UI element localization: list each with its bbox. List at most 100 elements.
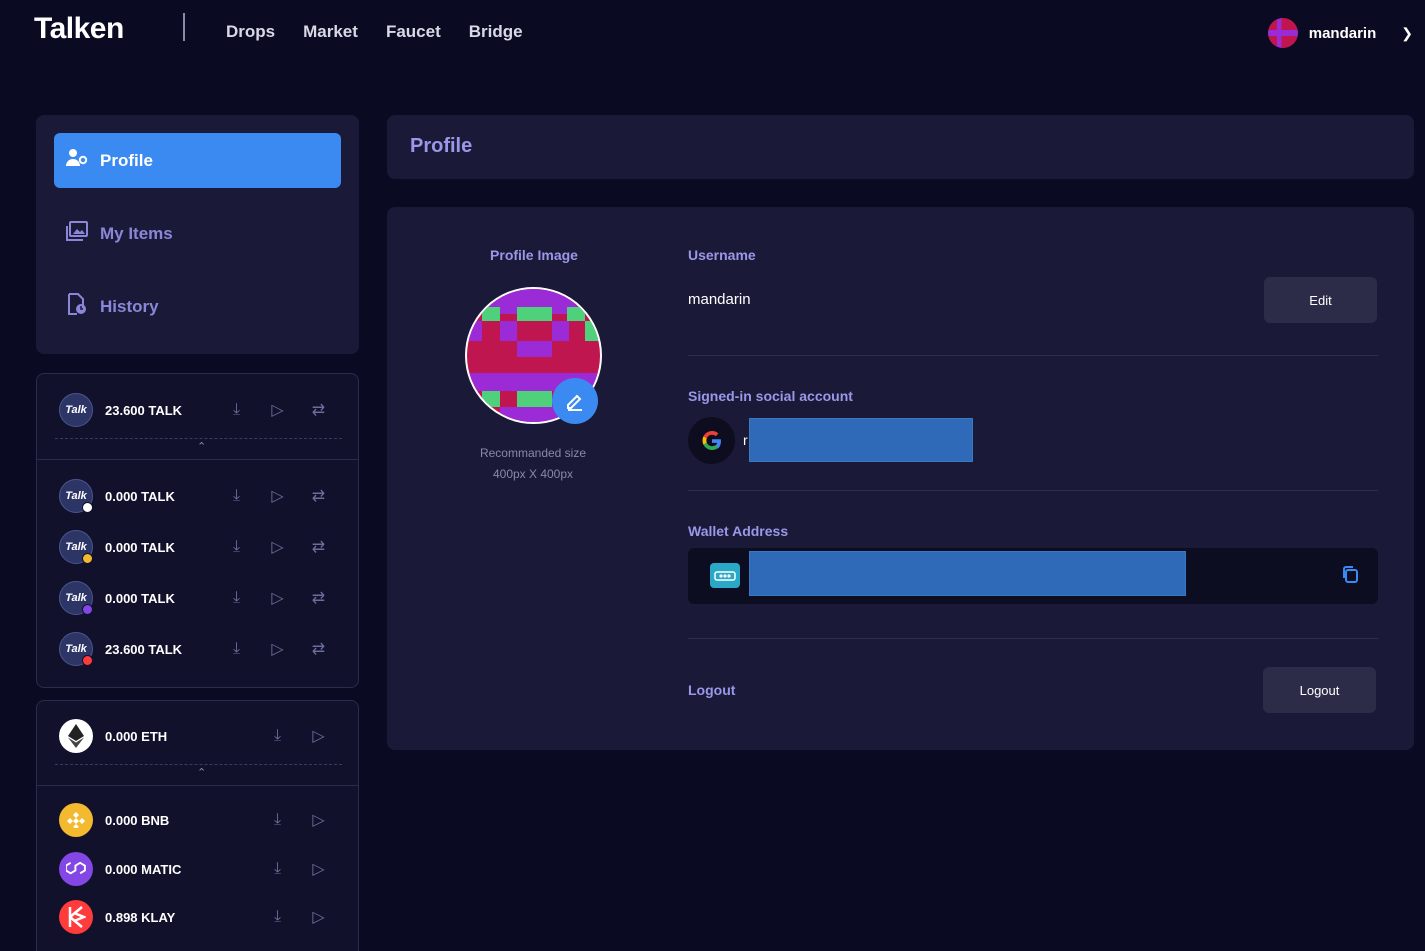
collapse-caret-icon[interactable]: ⌃ (197, 766, 206, 779)
user-menu[interactable]: mandarin ❯ (1267, 18, 1413, 48)
send-icon[interactable]: ▷ (298, 810, 339, 830)
nav-faucet[interactable]: Faucet (386, 22, 441, 42)
talk-token-icon: Talk (59, 632, 93, 666)
download-icon[interactable]: ⤓ (257, 811, 298, 829)
wallet-address-label: Wallet Address (688, 523, 789, 539)
user-name: mandarin (1308, 24, 1377, 42)
divider (37, 785, 358, 786)
talken-logo[interactable]: Talken (34, 12, 124, 46)
user-gear-icon (66, 148, 88, 174)
matic-icon (59, 852, 93, 886)
social-account-label: Signed-in social account (688, 388, 853, 404)
eth-icon (59, 719, 93, 753)
social-account-redacted (749, 418, 973, 462)
send-icon[interactable]: ▷ (257, 588, 298, 608)
token-row-talk-total: Talk 23.600 TALK ⤓ ▷ ⇄ (59, 392, 339, 428)
swap-icon[interactable]: ⇄ (298, 639, 339, 659)
divider (55, 438, 342, 439)
download-icon[interactable]: ⤓ (216, 487, 257, 505)
google-icon (688, 417, 735, 464)
talk-wallet-card: Talk 23.600 TALK ⤓ ▷ ⇄ ⌃ Talk 0.000 TALK… (36, 373, 359, 688)
token-row: Talk 0.000 TALK ⤓ ▷ ⇄ (59, 478, 339, 514)
send-icon[interactable]: ▷ (298, 726, 339, 746)
download-icon[interactable]: ⤓ (257, 860, 298, 878)
sidebar-item-label: Profile (100, 150, 153, 170)
edit-avatar-button[interactable] (552, 378, 598, 424)
network-badge-icon (82, 502, 93, 513)
token-row-klay: 0.898 KLAY ⤓ ▷ (59, 899, 339, 935)
username-value: mandarin (688, 291, 751, 308)
divider (688, 355, 1378, 356)
edit-username-button[interactable]: Edit (1264, 277, 1377, 323)
chain-wallet-card: 0.000 ETH ⤓ ▷ ⌃ 0.000 BNB ⤓ ▷ 0.000 MATI… (36, 700, 359, 951)
nav-drops[interactable]: Drops (226, 22, 275, 42)
file-clock-icon (66, 292, 88, 321)
page-header: Profile (387, 115, 1414, 179)
swap-icon[interactable]: ⇄ (298, 400, 339, 420)
token-amount: 23.600 TALK (105, 402, 183, 418)
nav-market[interactable]: Market (303, 22, 358, 42)
token-row-bnb: 0.000 BNB ⤓ ▷ (59, 802, 339, 838)
token-row-eth: 0.000 ETH ⤓ ▷ (59, 718, 339, 754)
copy-icon[interactable] (1342, 566, 1358, 588)
logout-button[interactable]: Logout (1263, 667, 1376, 713)
token-row: Talk 0.000 TALK ⤓ ▷ ⇄ (59, 529, 339, 565)
sidebar-item-label: History (100, 296, 159, 316)
sidebar-item-profile[interactable]: Profile (54, 133, 341, 188)
token-row: Talk 0.000 TALK ⤓ ▷ ⇄ (59, 580, 339, 616)
nav-bridge[interactable]: Bridge (469, 22, 523, 42)
klay-icon (59, 900, 93, 934)
logout-label: Logout (688, 682, 736, 698)
download-icon[interactable]: ⤓ (216, 589, 257, 607)
page-title: Profile (410, 135, 473, 157)
pencil-icon (567, 394, 582, 411)
talk-token-icon: Talk (59, 479, 93, 513)
token-amount: 0.000 TALK (105, 590, 175, 606)
download-icon[interactable]: ⤓ (216, 640, 257, 658)
token-amount: 23.600 TALK (105, 641, 183, 657)
send-icon[interactable]: ▷ (257, 400, 298, 420)
send-icon[interactable]: ▷ (257, 639, 298, 659)
main-nav: Drops Market Faucet Bridge (226, 22, 551, 42)
swap-icon[interactable]: ⇄ (298, 486, 339, 506)
sidebar-item-label: My Items (100, 223, 173, 243)
divider (55, 764, 342, 765)
send-icon[interactable]: ▷ (257, 486, 298, 506)
sidebar-item-my-items[interactable]: My Items (54, 206, 341, 261)
download-icon[interactable]: ⤓ (257, 727, 298, 745)
swap-icon[interactable]: ⇄ (298, 588, 339, 608)
divider (688, 490, 1378, 491)
chevron-down-icon[interactable]: ❯ (1401, 25, 1413, 42)
talk-token-icon: Talk (59, 530, 93, 564)
wallet-address-field (688, 548, 1378, 604)
profile-panel: Profile Image Recommanded size 400px X 4… (387, 207, 1414, 750)
swap-icon[interactable]: ⇄ (298, 537, 339, 557)
send-icon[interactable]: ▷ (257, 537, 298, 557)
send-icon[interactable]: ▷ (298, 907, 339, 927)
profile-image-label: Profile Image (490, 247, 578, 263)
recommended-size-hint: Recommanded size 400px X 400px (479, 446, 587, 481)
social-account-prefix: r (743, 432, 748, 448)
talk-token-icon: Talk (59, 581, 93, 615)
collapse-caret-icon[interactable]: ⌃ (197, 440, 206, 453)
logo-divider (183, 13, 185, 41)
send-icon[interactable]: ▷ (298, 859, 339, 879)
username-label: Username (688, 247, 756, 263)
divider (688, 638, 1378, 639)
network-badge-icon (82, 655, 93, 666)
download-icon[interactable]: ⤓ (216, 401, 257, 419)
sidebar-item-history[interactable]: History (54, 279, 341, 334)
token-amount: 0.000 ETH (105, 728, 168, 744)
download-icon[interactable]: ⤓ (257, 908, 298, 926)
divider (37, 459, 358, 460)
network-badge-icon (82, 553, 93, 564)
token-amount: 0.000 BNB (105, 812, 170, 828)
token-amount: 0.000 TALK (105, 539, 175, 555)
sidebar-menu: Profile My Items History (36, 115, 359, 354)
token-amount: 0.898 KLAY (105, 909, 176, 925)
network-badge-icon (82, 604, 93, 615)
bnb-icon (59, 803, 93, 837)
token-amount: 0.000 TALK (105, 488, 175, 504)
download-icon[interactable]: ⤓ (216, 538, 257, 556)
token-amount: 0.000 MATIC (105, 861, 182, 877)
